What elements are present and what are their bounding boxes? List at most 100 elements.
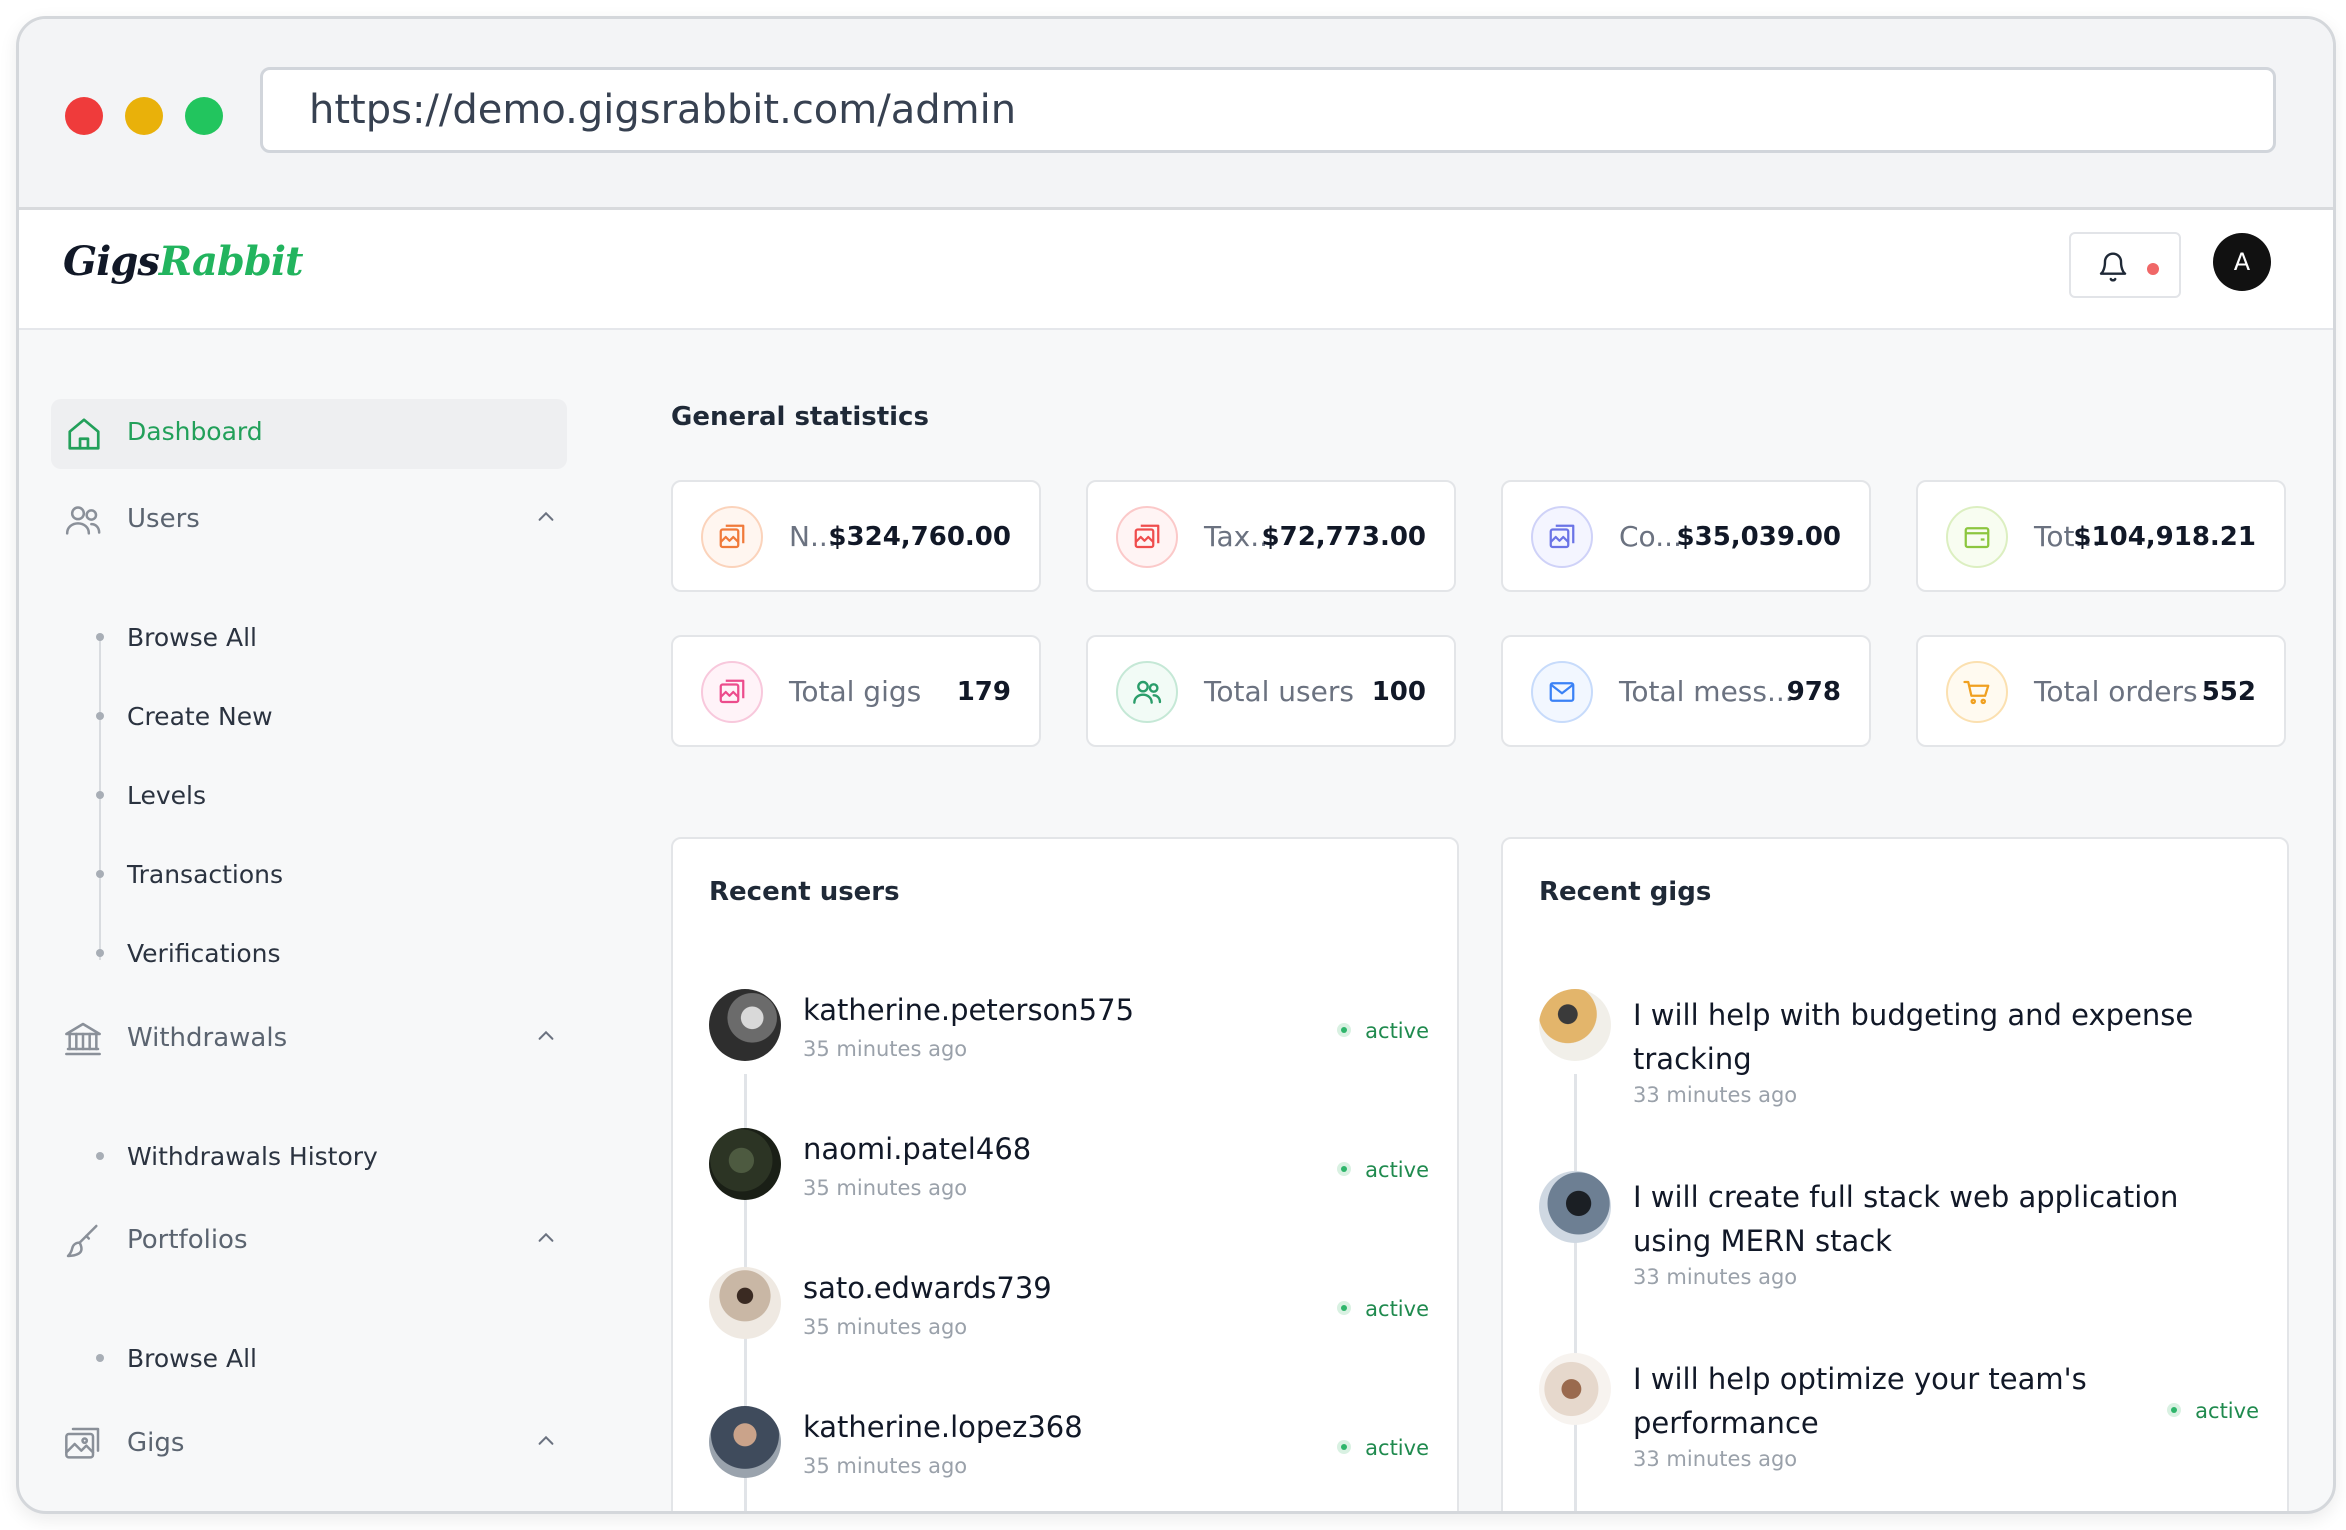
image-icon bbox=[719, 679, 745, 704]
gig-time: 33 minutes ago bbox=[1633, 1083, 1798, 1107]
stat-value: $324,760.00 bbox=[828, 522, 1011, 552]
stat-label: Total users bbox=[1204, 675, 1354, 708]
address-bar[interactable]: https://demo.gigsrabbit.com/admin bbox=[260, 67, 2276, 153]
sidebar-item-label: Dashboard bbox=[127, 417, 263, 446]
close-window-button[interactable] bbox=[65, 97, 103, 135]
status-badge: active bbox=[2167, 1399, 2259, 1423]
list-item[interactable]: naomi.patel468 35 minutes ago active bbox=[709, 1128, 1429, 1208]
users-icon bbox=[65, 506, 101, 535]
stat-label: Co... bbox=[1619, 520, 1682, 553]
sidebar-group-label: Users bbox=[127, 504, 200, 534]
stat-icon-circle bbox=[701, 661, 763, 723]
user-time: 35 minutes ago bbox=[803, 1037, 968, 1061]
list-item[interactable]: I will help with budgeting and expense t… bbox=[1539, 989, 2259, 1139]
bank-icon bbox=[65, 1022, 101, 1056]
image-icon bbox=[719, 524, 745, 549]
bullet bbox=[96, 949, 104, 957]
stat-card-total-messages[interactable]: Total mess... 978 bbox=[1501, 635, 1871, 747]
gig-time: 33 minutes ago bbox=[1633, 1265, 1798, 1289]
gig-thumbnail bbox=[1539, 1353, 1611, 1425]
notification-indicator bbox=[2147, 263, 2159, 275]
sidebar-item-browse-all-users[interactable]: Browse All bbox=[51, 617, 551, 657]
stat-card-net-income[interactable]: N... $324,760.00 bbox=[671, 480, 1041, 592]
brush-icon bbox=[66, 1224, 98, 1258]
user-name: sato.edwards739 bbox=[803, 1271, 1052, 1305]
stat-card-total-gigs[interactable]: Total gigs 179 bbox=[671, 635, 1041, 747]
sidebar-item-transactions[interactable]: Transactions bbox=[51, 854, 551, 894]
user-time: 35 minutes ago bbox=[803, 1176, 968, 1200]
sidebar-item-verifications[interactable]: Verifications bbox=[51, 933, 551, 973]
logo-text-primary: Gigs bbox=[63, 238, 160, 285]
list-item[interactable]: katherine.lopez368 35 minutes ago active bbox=[709, 1406, 1429, 1486]
image-icon bbox=[1134, 524, 1160, 549]
panel-title: Recent gigs bbox=[1539, 877, 1712, 907]
stat-icon-circle bbox=[1116, 661, 1178, 723]
stat-card-total-users[interactable]: Total users 100 bbox=[1086, 635, 1456, 747]
stat-label: Total mess... bbox=[1619, 675, 1794, 708]
users-icon bbox=[1133, 680, 1162, 704]
stat-value: 978 bbox=[1786, 677, 1841, 707]
status-text: active bbox=[2195, 1399, 2259, 1423]
list-item[interactable]: I will help optimize your team's perform… bbox=[1539, 1353, 2259, 1503]
list-item[interactable]: I will create full stack web application… bbox=[1539, 1171, 2259, 1321]
list-item[interactable]: katherine.peterson575 35 minutes ago act… bbox=[709, 989, 1429, 1069]
status-dot bbox=[1337, 1162, 1352, 1176]
user-name: naomi.patel468 bbox=[803, 1132, 1032, 1166]
bell-icon bbox=[2099, 252, 2127, 282]
wallet-icon bbox=[1964, 527, 1990, 549]
gigsrabbit-logo[interactable]: GigsRabbit bbox=[63, 238, 304, 285]
sidebar-group-withdrawals[interactable]: Withdrawals bbox=[51, 1013, 571, 1063]
user-avatar[interactable]: A bbox=[2213, 233, 2271, 291]
sidebar-item-browse-all-portfolios[interactable]: Browse All bbox=[51, 1338, 551, 1378]
sidebar-item-label: Withdrawals History bbox=[127, 1142, 378, 1171]
chevron-up-icon[interactable] bbox=[535, 1025, 557, 1047]
gallery-icon bbox=[65, 1427, 100, 1459]
section-title: General statistics bbox=[671, 402, 929, 432]
stat-icon-circle bbox=[701, 506, 763, 568]
avatar bbox=[709, 1128, 781, 1200]
status-dot bbox=[1337, 1023, 1352, 1037]
sidebar-item-withdrawals-history[interactable]: Withdrawals History bbox=[51, 1136, 551, 1176]
status-dot bbox=[2167, 1403, 2182, 1417]
chevron-up-icon[interactable] bbox=[535, 1227, 557, 1249]
user-name: katherine.peterson575 bbox=[803, 993, 1135, 1027]
chevron-up-icon[interactable] bbox=[535, 1430, 557, 1452]
sidebar-item-dashboard[interactable]: Dashboard bbox=[51, 399, 567, 469]
gig-thumbnail bbox=[1539, 989, 1611, 1061]
status-badge: active bbox=[1337, 1436, 1429, 1460]
stat-card-total-balance[interactable]: Tot... $104,918.21 bbox=[1916, 480, 2286, 592]
browser-chrome: https://demo.gigsrabbit.com/admin bbox=[19, 19, 2333, 210]
sidebar-item-create-new[interactable]: Create New bbox=[51, 696, 551, 736]
list-item[interactable]: sato.edwards739 35 minutes ago active bbox=[709, 1267, 1429, 1347]
stat-icon-circle bbox=[1946, 661, 2008, 723]
logo-text-accent: Rabbit bbox=[158, 238, 304, 285]
status-badge: active bbox=[1337, 1158, 1429, 1182]
stat-card-total-orders[interactable]: Total orders 552 bbox=[1916, 635, 2286, 747]
status-text: active bbox=[1365, 1019, 1429, 1043]
minimize-window-button[interactable] bbox=[125, 97, 163, 135]
stat-value: $35,039.00 bbox=[1676, 522, 1841, 552]
stat-value: $72,773.00 bbox=[1261, 522, 1426, 552]
stat-card-tax[interactable]: Tax... $72,773.00 bbox=[1086, 480, 1456, 592]
sidebar-item-label: Verifications bbox=[127, 939, 281, 968]
main-content: General statistics N... $324,760.00 Tax.… bbox=[579, 330, 2333, 1511]
stat-icon-circle bbox=[1531, 661, 1593, 723]
maximize-window-button[interactable] bbox=[185, 97, 223, 135]
sidebar-item-label: Browse All bbox=[127, 1344, 257, 1373]
status-badge: active bbox=[1337, 1019, 1429, 1043]
gig-time: 33 minutes ago bbox=[1633, 1447, 1798, 1471]
stat-icon-circle bbox=[1116, 506, 1178, 568]
user-time: 35 minutes ago bbox=[803, 1454, 968, 1478]
sidebar-group-portfolios[interactable]: Portfolios bbox=[51, 1215, 571, 1265]
sidebar-group-users[interactable]: Users bbox=[51, 494, 571, 544]
recent-gigs-panel: Recent gigs I will help with budgeting a… bbox=[1501, 837, 2289, 1511]
sidebar-group-gigs[interactable]: Gigs bbox=[51, 1418, 571, 1468]
cart-icon bbox=[1963, 680, 1990, 705]
chevron-up-icon[interactable] bbox=[535, 506, 557, 528]
stat-value: 179 bbox=[956, 677, 1011, 707]
stat-card-commission[interactable]: Co... $35,039.00 bbox=[1501, 480, 1871, 592]
stat-label: Total gigs bbox=[789, 675, 922, 708]
notifications-button[interactable] bbox=[2069, 232, 2181, 298]
sidebar-item-levels[interactable]: Levels bbox=[51, 775, 551, 815]
browser-window: https://demo.gigsrabbit.com/admin GigsRa… bbox=[16, 16, 2336, 1514]
